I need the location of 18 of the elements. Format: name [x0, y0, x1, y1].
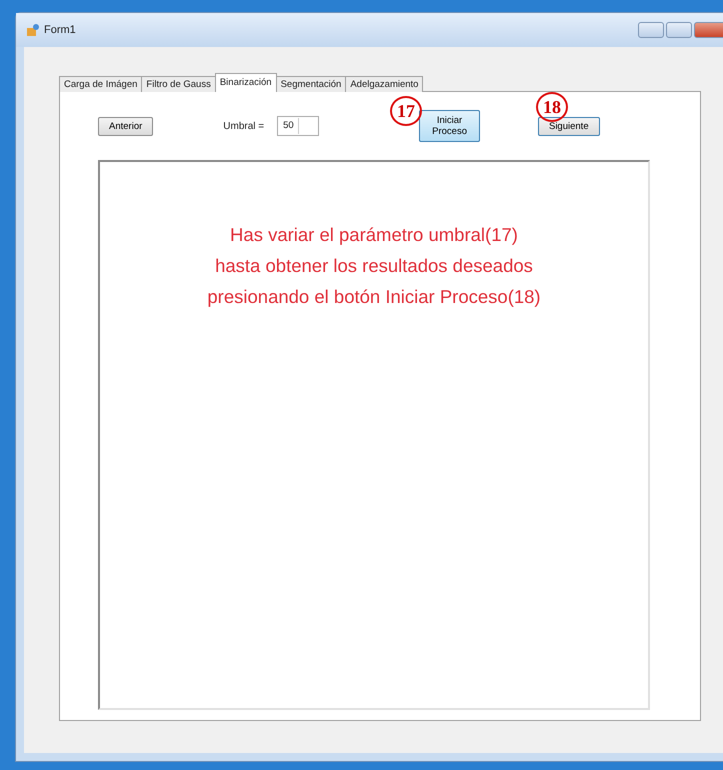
annotation-marker: 17: [390, 96, 422, 126]
tab[interactable]: Segmentación: [276, 76, 346, 92]
window-title: Form1: [44, 22, 76, 38]
previous-button[interactable]: Anterior: [98, 116, 154, 136]
tab[interactable]: Filtro de Gauss: [141, 76, 216, 92]
threshold-label: Umbral =: [223, 120, 264, 134]
start-process-button[interactable]: Iniciar Proceso: [419, 110, 480, 142]
tab[interactable]: Adelgazamiento: [345, 76, 424, 92]
instruction-text: Has variar el parámetro umbral(17) hasta obtener los resultados deseados presionando el botón Iniciar Proceso(18): [206, 223, 542, 309]
tab[interactable]: Binarización: [214, 73, 277, 92]
next-button[interactable]: Siguiente: [538, 116, 600, 136]
annotation-marker: 18: [536, 92, 568, 122]
tab[interactable]: Carga de Imágen: [59, 76, 142, 92]
threshold-spinner[interactable]: 50: [277, 116, 320, 136]
close-button[interactable]: [694, 22, 723, 38]
minimize-button[interactable]: [638, 22, 664, 38]
app-icon: [26, 23, 40, 37]
maximize-button[interactable]: [666, 22, 692, 38]
